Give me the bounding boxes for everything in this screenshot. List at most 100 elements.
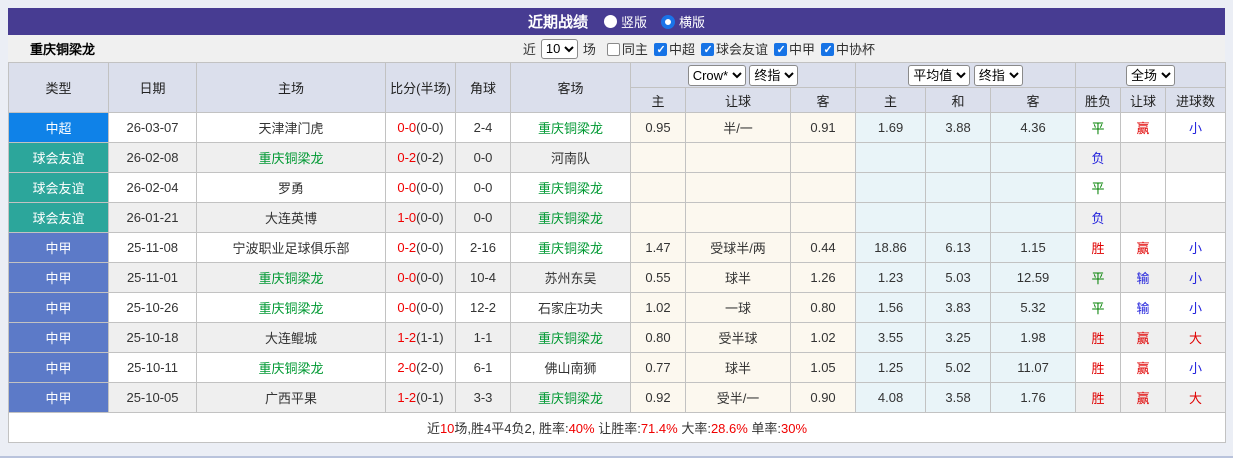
match-date: 25-11-01	[108, 262, 197, 293]
avg-away-odds: 11.07	[990, 352, 1077, 383]
league-filter-2-label[interactable]: 中甲	[789, 42, 815, 57]
league-filter-3-checkbox[interactable]	[820, 43, 834, 56]
results-tbody: 中超 26-03-07 天津津门虎 0-0(0-0) 2-4 重庆铜梁龙 0.95 半/一 0.…	[8, 112, 1227, 413]
goals-result: 小	[1165, 232, 1227, 263]
crow-home-odds: 0.77	[630, 352, 686, 383]
league-filter-1-checkbox[interactable]	[700, 43, 714, 56]
table-row: 球会友谊 26-02-08 重庆铜梁龙 0-2(0-2) 0-0 河南队负	[8, 142, 1227, 173]
radio-icon[interactable]	[661, 14, 675, 29]
avg-home-odds: 1.23	[855, 262, 927, 293]
corner-score: 0-0	[455, 142, 511, 173]
average-time-select[interactable]: 终指	[973, 64, 1023, 86]
match-result: 负	[1075, 202, 1122, 233]
radio-label[interactable]: 横版	[679, 12, 705, 31]
score-cell: 0-0(0-0)	[385, 112, 456, 143]
league-filter-2-checkbox[interactable]	[773, 43, 787, 56]
panel-title: 近期战绩	[527, 14, 588, 31]
league-filter-0-checkbox[interactable]	[653, 43, 667, 56]
handicap-result: 赢	[1120, 352, 1167, 383]
summary-row: 近10场,胜4平4负2, 胜率:40% 让胜率:71.4% 大率:28.6% 单…	[7, 412, 1227, 443]
league-type-badge: 中甲	[8, 262, 109, 293]
average-odds-header: 平均值 终指	[855, 62, 1077, 88]
half-time-score: (0-0)	[416, 120, 444, 135]
crow-home-odds: 1.47	[630, 232, 686, 263]
scope-select[interactable]: 全场	[1126, 64, 1176, 86]
crow-handicap-line	[685, 202, 791, 233]
handicap-result: 输	[1120, 292, 1167, 323]
crow-handicap-line: 球半	[685, 262, 791, 293]
match-result: 胜	[1075, 382, 1122, 413]
layout-radio-selected[interactable]: 横版	[661, 12, 705, 31]
avg-home-odds	[855, 202, 927, 233]
handicap-result	[1120, 172, 1167, 203]
away-team: 苏州东吴	[510, 262, 631, 293]
crow-away-odds: 1.02	[789, 322, 857, 353]
match-result: 平	[1075, 112, 1122, 143]
home-team: 宁波职业足球俱乐部	[196, 232, 386, 263]
filter-controls: 近 10 场 同主 中超 球会友谊 中甲 中协杯	[523, 38, 875, 59]
goals-result	[1165, 142, 1227, 173]
summary-stat-value: 10	[439, 421, 455, 436]
corner-score: 12-2	[455, 292, 511, 323]
average-select[interactable]: 平均值	[908, 64, 971, 86]
score-cell: 2-0(2-0)	[385, 352, 456, 383]
crow-handicap-line: 球半	[685, 352, 791, 383]
col-header-home: 主场	[196, 62, 386, 113]
avg-away-odds: 1.98	[990, 322, 1077, 353]
odds-company-time-select[interactable]: 终指	[749, 64, 799, 86]
crow-home-odds	[630, 142, 686, 173]
avg-away-odds: 1.15	[990, 232, 1077, 263]
goals-result	[1165, 172, 1227, 203]
radio-label[interactable]: 竖版	[621, 12, 647, 31]
avg-away-odds: 12.59	[990, 262, 1077, 293]
col-header-goals: 进球数	[1165, 87, 1227, 113]
goals-result: 小	[1165, 262, 1227, 293]
table-row: 中甲 25-11-01 重庆铜梁龙 0-0(0-0) 10-4 苏州东吴 0.55 球半 1.2…	[8, 262, 1227, 293]
away-team: 重庆铜梁龙	[510, 232, 631, 263]
away-team: 重庆铜梁龙	[510, 112, 631, 143]
away-team: 河南队	[510, 142, 631, 173]
home-team: 重庆铜梁龙	[196, 352, 386, 383]
crow-handicap-line: 受半/一	[685, 382, 791, 413]
league-filter-1-label[interactable]: 球会友谊	[716, 42, 768, 57]
col-header-away: 客场	[510, 62, 631, 113]
recent-matches-select[interactable]: 10	[540, 38, 578, 59]
layout-radio-group: 竖版 横版	[603, 12, 705, 31]
league-filter-3-label[interactable]: 中协杯	[836, 42, 875, 57]
same-home-checkbox[interactable]	[606, 43, 620, 56]
avg-away-odds: 1.76	[990, 382, 1077, 413]
crow-home-odds	[630, 202, 686, 233]
full-time-score: 1-0	[397, 210, 417, 225]
score-cell: 0-0(0-0)	[385, 262, 456, 293]
full-time-score: 0-0	[397, 120, 417, 135]
away-team: 佛山南狮	[510, 352, 631, 383]
home-team: 大连英博	[196, 202, 386, 233]
radio-icon[interactable]	[603, 15, 617, 28]
full-time-score: 1-2	[397, 330, 417, 345]
match-result: 胜	[1075, 322, 1122, 353]
full-time-score: 0-2	[397, 240, 417, 255]
table-row: 中甲 25-10-05 广西平果 1-2(0-1) 3-3 重庆铜梁龙 0.92 受半/一 0.…	[8, 382, 1227, 413]
league-filter-0-label[interactable]: 中超	[669, 42, 695, 57]
handicap-result: 赢	[1120, 112, 1167, 143]
goals-result	[1165, 202, 1227, 233]
match-result: 平	[1075, 172, 1122, 203]
half-time-score: (2-0)	[416, 360, 444, 375]
full-time-score: 1-2	[397, 390, 417, 405]
crow-away-odds: 0.91	[789, 112, 857, 143]
summary-stat-value: 40%	[568, 421, 595, 436]
full-time-score: 0-0	[397, 270, 417, 285]
crow-handicap-line: 半/一	[685, 112, 791, 143]
avg-home-odds: 4.08	[855, 382, 927, 413]
match-date: 26-02-04	[108, 172, 197, 203]
avg-away-odds	[990, 172, 1077, 203]
match-result: 负	[1075, 142, 1122, 173]
away-team: 重庆铜梁龙	[510, 172, 631, 203]
layout-radio-option[interactable]: 竖版	[603, 12, 647, 31]
col-header-avg-draw: 和	[925, 87, 992, 113]
score-cell: 1-2(1-1)	[385, 322, 456, 353]
same-home-label[interactable]: 同主	[622, 42, 648, 57]
score-cell: 0-2(0-0)	[385, 232, 456, 263]
goals-result: 小	[1165, 352, 1227, 383]
odds-company-select[interactable]: Crow*	[687, 64, 746, 86]
